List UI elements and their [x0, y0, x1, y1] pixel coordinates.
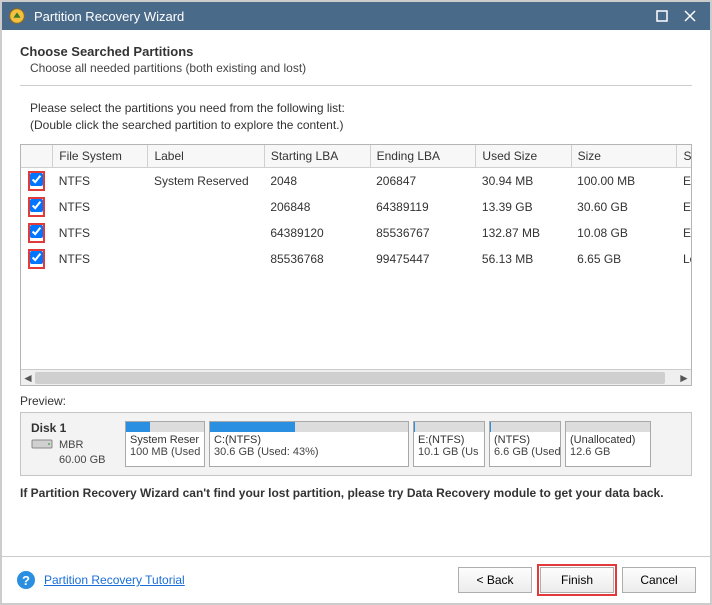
cell-fs: NTFS	[53, 220, 148, 246]
cell-elba: 99475447	[370, 246, 476, 272]
cell-size: 30.60 GB	[571, 194, 677, 220]
partition-block[interactable]: (NTFS)6.6 GB (Used:	[489, 421, 561, 467]
row-checkbox[interactable]	[30, 199, 43, 212]
window-title: Partition Recovery Wizard	[34, 9, 648, 24]
partition-sub: 10.1 GB (Us	[414, 446, 484, 460]
scroll-left-icon[interactable]: ◄	[21, 370, 35, 386]
cell-size: 100.00 MB	[571, 167, 677, 194]
page-heading: Choose Searched Partitions	[20, 44, 692, 59]
tutorial-link[interactable]: Partition Recovery Tutorial	[44, 573, 185, 587]
page-subheading: Choose all needed partitions (both exist…	[30, 61, 692, 75]
partition-label: System Reser	[126, 432, 204, 446]
disk-name: Disk 1	[31, 421, 117, 435]
disk-icon	[31, 437, 53, 454]
col-size[interactable]: Size	[571, 145, 677, 168]
instruction-line-1: Please select the partitions you need fr…	[30, 100, 692, 117]
recovery-note: If Partition Recovery Wizard can't find …	[20, 486, 692, 500]
partition-block[interactable]: (Unallocated)12.6 GB	[565, 421, 651, 467]
close-button[interactable]	[676, 4, 704, 28]
col-filesystem[interactable]: File System	[53, 145, 148, 168]
cancel-button[interactable]: Cancel	[622, 567, 696, 593]
partition-table: File System Label Starting LBA Ending LB…	[20, 144, 692, 386]
cell-label: System Reserved	[148, 167, 264, 194]
cell-fs: NTFS	[53, 246, 148, 272]
table-row[interactable]: NTFS 2068486438911913.39 GB30.60 GBExis	[21, 194, 691, 220]
horizontal-scrollbar[interactable]: ◄ ►	[21, 369, 691, 385]
app-icon	[8, 7, 26, 25]
disk-info: Disk 1 MBR 60.00 GB	[31, 421, 117, 467]
cell-status: Los	[677, 246, 691, 272]
cell-label	[148, 246, 264, 272]
row-checkbox[interactable]	[30, 251, 43, 264]
disk-type: MBR	[59, 439, 83, 451]
divider	[20, 85, 692, 86]
cell-label	[148, 220, 264, 246]
cell-slba: 64389120	[264, 220, 370, 246]
cell-status: Exis	[677, 220, 691, 246]
partition-block[interactable]: C:(NTFS)30.6 GB (Used: 43%)	[209, 421, 409, 467]
cell-slba: 85536768	[264, 246, 370, 272]
cell-elba: 206847	[370, 167, 476, 194]
cell-status: Exis	[677, 194, 691, 220]
cell-fs: NTFS	[53, 194, 148, 220]
finish-button[interactable]: Finish	[540, 567, 614, 593]
cell-slba: 2048	[264, 167, 370, 194]
col-checkbox	[21, 145, 53, 168]
cell-elba: 85536767	[370, 220, 476, 246]
partition-label: (NTFS)	[490, 432, 560, 446]
partition-block[interactable]: System Reser100 MB (Used	[125, 421, 205, 467]
col-label[interactable]: Label	[148, 145, 264, 168]
row-checkbox[interactable]	[30, 173, 43, 186]
table-row[interactable]: NTFS 6438912085536767132.87 MB10.08 GBExi…	[21, 220, 691, 246]
partition-sub: 6.6 GB (Used:	[490, 446, 560, 460]
back-button[interactable]: < Back	[458, 567, 532, 593]
cell-label	[148, 194, 264, 220]
cell-used: 132.87 MB	[476, 220, 571, 246]
cell-status: Exis	[677, 167, 691, 194]
partition-label: (Unallocated)	[566, 432, 650, 446]
svg-text:?: ?	[22, 573, 30, 588]
footer: ? Partition Recovery Tutorial < Back Fin…	[2, 556, 710, 603]
partition-sub: 30.6 GB (Used: 43%)	[210, 446, 408, 460]
instruction-line-2: (Double click the searched partition to …	[30, 117, 692, 134]
disk-size: 60.00 GB	[59, 454, 117, 466]
partition-sub: 12.6 GB	[566, 446, 650, 460]
cell-used: 56.13 MB	[476, 246, 571, 272]
partition-block[interactable]: E:(NTFS)10.1 GB (Us	[413, 421, 485, 467]
partition-sub: 100 MB (Used	[126, 446, 204, 460]
cell-slba: 206848	[264, 194, 370, 220]
partition-label: E:(NTFS)	[414, 432, 484, 446]
preview-box: Disk 1 MBR 60.00 GB System Reser100 MB (…	[20, 412, 692, 476]
col-ending-lba[interactable]: Ending LBA	[370, 145, 476, 168]
col-status[interactable]: Stat	[677, 145, 691, 168]
maximize-button[interactable]	[648, 4, 676, 28]
row-checkbox[interactable]	[30, 225, 43, 238]
table-row[interactable]: NTFSSystem Reserved204820684730.94 MB100…	[21, 167, 691, 194]
cell-used: 30.94 MB	[476, 167, 571, 194]
cell-fs: NTFS	[53, 167, 148, 194]
cell-used: 13.39 GB	[476, 194, 571, 220]
col-starting-lba[interactable]: Starting LBA	[264, 145, 370, 168]
cell-size: 6.65 GB	[571, 246, 677, 272]
cell-size: 10.08 GB	[571, 220, 677, 246]
scroll-thumb[interactable]	[35, 372, 665, 384]
scroll-right-icon[interactable]: ►	[677, 370, 691, 386]
col-used-size[interactable]: Used Size	[476, 145, 571, 168]
table-row[interactable]: NTFS 855367689947544756.13 MB6.65 GBLos	[21, 246, 691, 272]
preview-label: Preview:	[20, 394, 692, 408]
cell-elba: 64389119	[370, 194, 476, 220]
partition-label: C:(NTFS)	[210, 432, 408, 446]
titlebar: Partition Recovery Wizard	[2, 2, 710, 30]
help-icon[interactable]: ?	[16, 570, 36, 590]
